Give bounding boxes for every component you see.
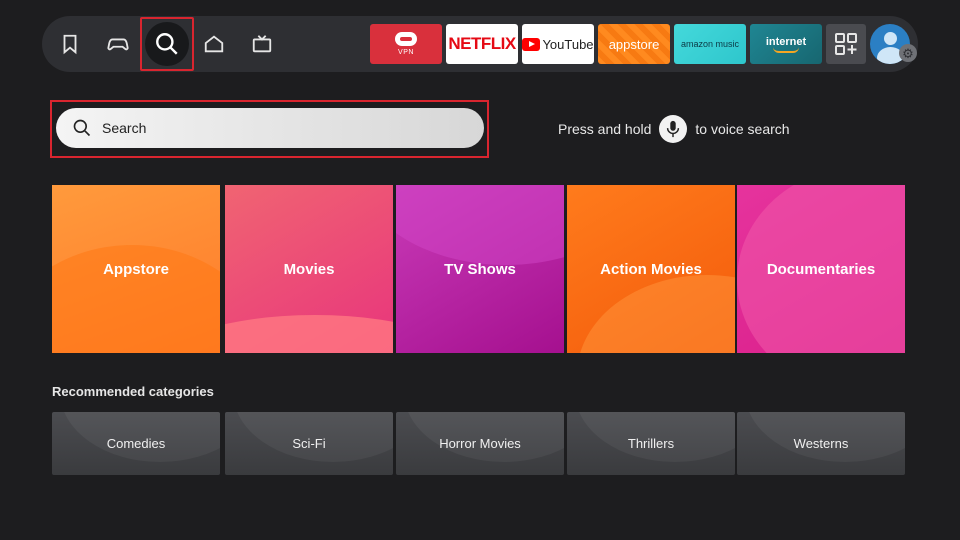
recommended-tile-horror-movies[interactable]: Horror Movies [396, 412, 564, 475]
amazon-music-label: amazon music [680, 39, 740, 49]
vpn-label: VPN [398, 49, 414, 56]
category-tile-appstore[interactable]: Appstore [52, 185, 220, 353]
nav-search-focus[interactable] [140, 17, 194, 71]
apps-grid-button[interactable] [826, 24, 866, 64]
live-tv-icon[interactable] [240, 22, 284, 66]
amazon-smile-icon [773, 47, 799, 53]
recommended-label: Comedies [106, 436, 166, 451]
vpn-app-tile[interactable]: VPN [370, 24, 442, 64]
category-label: TV Shows [444, 260, 516, 278]
recommended-label: Horror Movies [439, 436, 521, 451]
recommended-label: Sci-Fi [292, 436, 326, 451]
search-placeholder: Search [102, 120, 147, 136]
category-label: Documentaries [766, 260, 876, 278]
internet-app-tile[interactable]: internet [750, 24, 822, 64]
search-input[interactable]: Search [56, 108, 484, 148]
bookmark-icon[interactable] [48, 22, 92, 66]
apps-grid-icon [835, 33, 857, 55]
netflix-app-tile[interactable]: NETFLIX [446, 24, 518, 64]
category-tile-movies[interactable]: Movies [225, 185, 393, 353]
recommended-label: Westerns [793, 436, 849, 451]
appstore-app-tile[interactable]: appstore [598, 24, 670, 64]
category-tile-action-movies[interactable]: Action Movies [567, 185, 735, 353]
voice-hint-suffix: to voice search [695, 121, 790, 137]
recommended-tile-thrillers[interactable]: Thrillers [567, 412, 735, 475]
netflix-label: NETFLIX [448, 34, 516, 53]
youtube-play-icon [522, 37, 541, 51]
recommended-tile-westerns[interactable]: Westerns [737, 412, 905, 475]
category-tile-documentaries[interactable]: Documentaries [737, 185, 905, 353]
search-icon [73, 119, 91, 137]
category-label: Appstore [103, 260, 169, 278]
vpn-logo-icon [395, 32, 417, 46]
category-label: Movies [283, 260, 335, 278]
internet-label: internet [765, 35, 807, 48]
home-icon[interactable] [192, 22, 236, 66]
search-icon[interactable] [145, 22, 189, 66]
youtube-label: YouTube [542, 36, 594, 52]
recommended-tile-sci-fi[interactable]: Sci-Fi [225, 412, 393, 475]
avatar-head [884, 32, 897, 45]
recommended-categories-heading: Recommended categories [52, 384, 214, 399]
category-label: Action Movies [600, 260, 702, 278]
youtube-app-tile[interactable]: YouTube [522, 24, 594, 64]
recommended-tile-comedies[interactable]: Comedies [52, 412, 220, 475]
voice-hint-prefix: Press and hold [558, 121, 652, 137]
microphone-icon [659, 115, 688, 143]
voice-search-hint: Press and hold to voice search [558, 115, 790, 143]
category-tile-tv-shows[interactable]: TV Shows [396, 185, 564, 353]
appstore-label: appstore [608, 36, 660, 52]
gear-icon[interactable]: ⚙ [899, 44, 917, 62]
gamepad-icon[interactable] [96, 22, 140, 66]
recommended-label: Thrillers [627, 436, 675, 451]
amazon-music-app-tile[interactable]: amazon music [674, 24, 746, 64]
